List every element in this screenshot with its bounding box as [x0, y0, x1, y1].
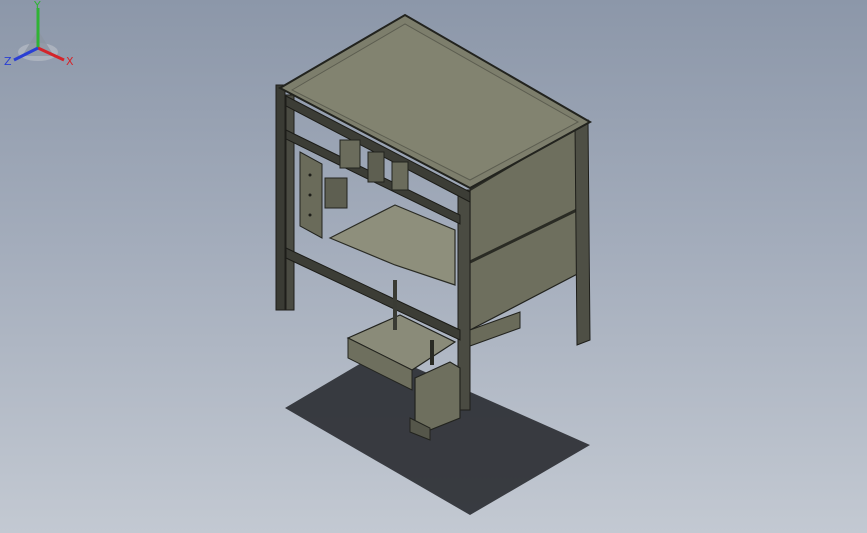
graphics-viewport[interactable]: Y X Z	[0, 0, 867, 533]
carriage-block	[339, 139, 361, 169]
model-view[interactable]	[0, 0, 867, 533]
frame-leg-back-right	[574, 119, 591, 346]
bed-plate[interactable]	[328, 204, 456, 286]
bolt	[308, 213, 312, 217]
bolt	[308, 193, 312, 197]
carriage-block	[391, 161, 409, 191]
view-triad[interactable]: Y X Z	[0, 0, 90, 75]
frame-leg-back-left	[275, 84, 286, 311]
y-axis-label: Y	[33, 0, 41, 12]
z-axis-label: Z	[4, 55, 12, 68]
frame-leg-front-left	[285, 94, 295, 311]
carriage-block	[367, 151, 385, 183]
x-axis-label: X	[66, 55, 74, 68]
bolt	[308, 173, 312, 177]
carriage-block	[324, 177, 348, 209]
